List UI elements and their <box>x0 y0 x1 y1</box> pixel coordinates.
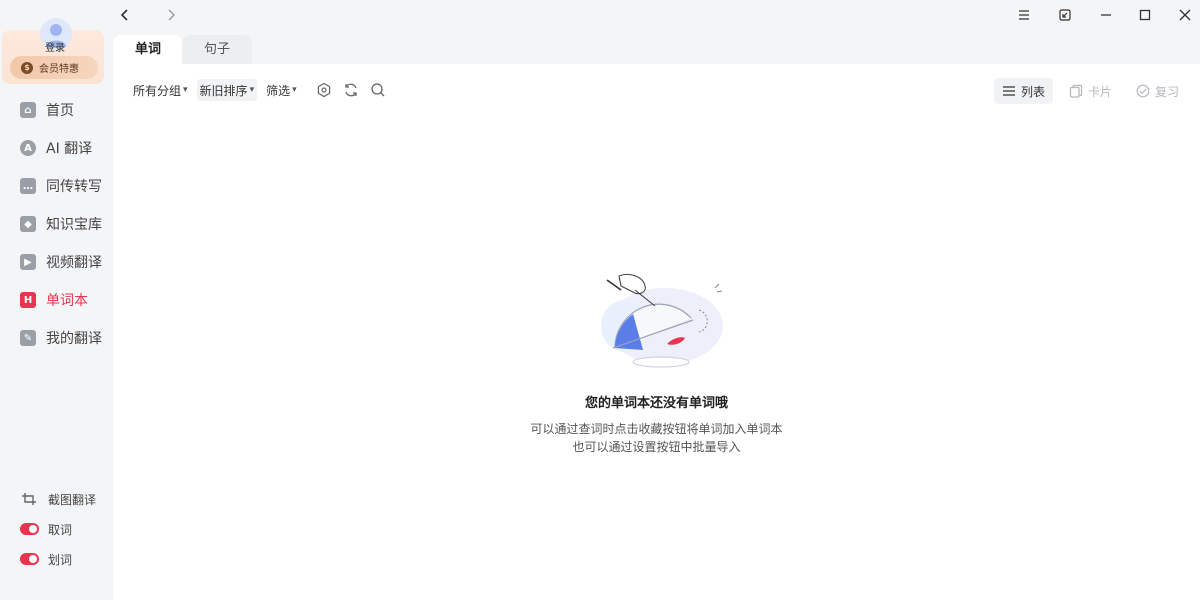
vip-label: 会员特惠 <box>39 64 79 75</box>
chevron-down-icon: ▾ <box>183 85 188 95</box>
toggle-on-icon[interactable] <box>20 553 39 565</box>
empty-cloche-illustration <box>601 273 723 368</box>
group-filter-dropdown[interactable]: 所有分组 ▾ <box>130 79 191 101</box>
settings-button[interactable] <box>315 81 333 99</box>
sidebar-item-video[interactable]: ▶ 视频翻译 <box>0 243 113 281</box>
tab-sentences[interactable]: 句子 <box>182 35 252 65</box>
sidebar-item-label: 视频翻译 <box>46 255 102 271</box>
word-select-toggle[interactable]: 划词 <box>0 544 113 574</box>
home-icon: ⌂ <box>20 102 36 118</box>
sidebar-item-label: 首页 <box>46 103 74 119</box>
chevron-left-icon <box>120 9 128 21</box>
list-view-button[interactable]: 列表 <box>994 78 1054 104</box>
sidebar-nav: ⌂ 首页 A AI 翻译 … 同传转写 ◆ 知识宝库 ▶ 视频翻译 H 单词本 … <box>0 91 113 357</box>
knowledge-icon: ◆ <box>20 216 36 232</box>
sort-label: 新旧排序 <box>199 83 248 98</box>
minimize-icon <box>1101 14 1111 16</box>
crop-icon <box>22 493 36 505</box>
chevron-down-icon: ▾ <box>292 85 297 95</box>
my-translation-icon: ✎ <box>20 330 36 346</box>
card-icon <box>1069 84 1083 98</box>
mini-window-icon <box>1059 9 1071 21</box>
sidebar-item-my-translation[interactable]: ✎ 我的翻译 <box>0 319 113 357</box>
sidebar-item-ai-translate[interactable]: A AI 翻译 <box>0 129 113 167</box>
sync-button[interactable] <box>342 81 360 99</box>
filter-toolbar: 所有分组 ▾ 新旧排序 ▾ 筛选 ▾ <box>130 79 387 101</box>
maximize-icon <box>1139 9 1151 21</box>
vip-offer-button[interactable]: $ 会员特惠 <box>10 56 98 79</box>
screenshot-translate-button[interactable]: 截图翻译 <box>0 484 113 514</box>
sidebar-item-label: 我的翻译 <box>46 331 102 347</box>
word-pick-toggle[interactable]: 取词 <box>0 514 113 544</box>
tool-label: 截图翻译 <box>48 492 97 507</box>
ai-translate-icon: A <box>20 140 36 156</box>
title-bar <box>113 0 1200 32</box>
main-panel: 所有分组 ▾ 新旧排序 ▾ 筛选 ▾ 列表 卡片 复习 您的单词本还没有单词哦 … <box>113 64 1200 600</box>
close-icon <box>1179 9 1191 21</box>
sidebar-item-wordbook[interactable]: H 单词本 <box>0 281 113 319</box>
refresh-icon <box>344 83 357 97</box>
menu-icon <box>1019 10 1029 20</box>
tool-label: 划词 <box>48 552 73 567</box>
sidebar-item-label: 知识宝库 <box>46 217 102 233</box>
check-circle-icon <box>1136 84 1150 98</box>
filter-dropdown[interactable]: 筛选 ▾ <box>263 79 300 101</box>
sidebar-item-label: 单词本 <box>46 293 88 309</box>
tool-label: 取词 <box>48 522 73 537</box>
profile-card[interactable]: 登录 $ 会员特惠 <box>2 18 104 84</box>
transcribe-icon: … <box>20 178 36 194</box>
sort-dropdown[interactable]: 新旧排序 ▾ <box>196 79 258 101</box>
chevron-right-icon <box>168 9 175 21</box>
menu-button[interactable] <box>1012 4 1036 26</box>
empty-state-hint-2: 也可以通过设置按钮中批量导入 <box>572 440 741 454</box>
settings-hexagon-icon <box>317 82 330 98</box>
empty-state-hint-1: 可以通过查词时点击收藏按钮将单词加入单词本 <box>530 422 783 436</box>
chevron-down-icon: ▾ <box>249 85 255 95</box>
mini-mode-button[interactable] <box>1053 4 1077 26</box>
toggle-on-icon[interactable] <box>20 523 39 535</box>
list-icon <box>1003 86 1015 96</box>
sidebar-item-label: AI 翻译 <box>46 141 93 157</box>
login-label[interactable]: 登录 <box>2 39 108 54</box>
view-label: 列表 <box>1021 84 1046 99</box>
view-label: 卡片 <box>1088 84 1113 99</box>
sidebar-item-knowledge[interactable]: ◆ 知识宝库 <box>0 205 113 243</box>
group-filter-label: 所有分组 <box>133 83 182 98</box>
search-icon <box>370 83 385 97</box>
tab-words[interactable]: 单词 <box>113 35 183 65</box>
sidebar-item-label: 同传转写 <box>46 179 102 195</box>
sidebar-item-home[interactable]: ⌂ 首页 <box>0 91 113 129</box>
wordbook-icon: H <box>20 292 36 308</box>
minimize-button[interactable] <box>1094 4 1118 26</box>
filter-label: 筛选 <box>266 83 291 98</box>
video-icon: ▶ <box>20 254 36 270</box>
close-button[interactable] <box>1173 4 1197 26</box>
sidebar-item-transcribe[interactable]: … 同传转写 <box>0 167 113 205</box>
view-label: 复习 <box>1155 84 1180 99</box>
search-button[interactable] <box>369 81 387 99</box>
card-view-button[interactable]: 卡片 <box>1061 78 1120 104</box>
maximize-button[interactable] <box>1133 4 1157 26</box>
sidebar: 登录 $ 会员特惠 ⌂ 首页 A AI 翻译 … 同传转写 ◆ 知识宝库 ▶ 视… <box>0 0 113 600</box>
sidebar-tools: 截图翻译 取词 划词 <box>0 484 113 574</box>
vip-diamond-icon: $ <box>21 61 33 74</box>
back-button[interactable] <box>115 5 135 25</box>
forward-button[interactable] <box>161 5 181 25</box>
review-button[interactable]: 复习 <box>1128 78 1187 104</box>
empty-state-title: 您的单词本还没有单词哦 <box>584 396 728 411</box>
